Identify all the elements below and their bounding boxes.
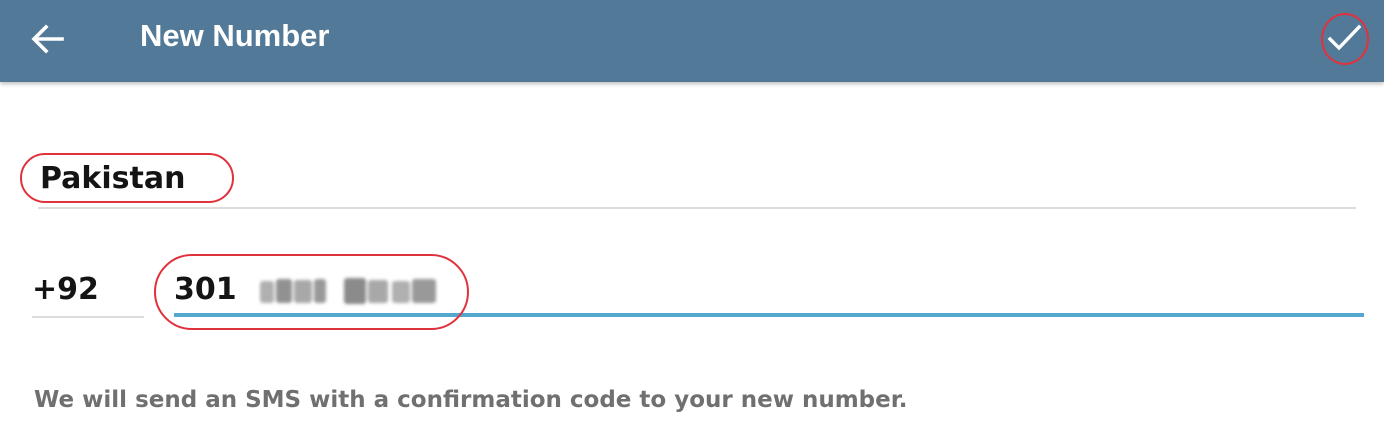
country-selector[interactable]: Pakistan (40, 157, 185, 201)
arrow-left-icon (31, 24, 64, 54)
country-code-input[interactable] (32, 268, 144, 312)
phone-number-input[interactable] (174, 268, 1364, 312)
country-code-underline (32, 316, 144, 318)
checkmark-icon (1327, 24, 1362, 51)
done-button[interactable] (1318, 12, 1370, 64)
country-underline (38, 207, 1356, 209)
back-button[interactable] (22, 16, 74, 62)
app-bar: New Number (0, 0, 1384, 82)
page-title: New Number (140, 18, 330, 53)
sms-info-text: We will send an SMS with a confirmation … (34, 387, 908, 413)
phone-number-underline (174, 313, 1364, 317)
